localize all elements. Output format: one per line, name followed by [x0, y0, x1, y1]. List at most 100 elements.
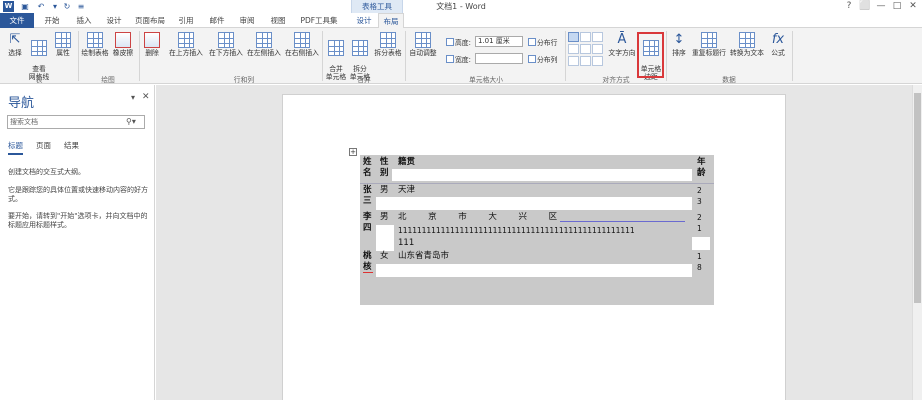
nav-close-icon[interactable]: ✕	[142, 92, 150, 102]
align-bottom-left-button[interactable]	[568, 56, 579, 66]
width-label-text: 宽度:	[455, 56, 471, 64]
header-gender[interactable]: 性 别	[380, 157, 389, 179]
table-cell-empty[interactable]	[376, 197, 692, 210]
draw-table-button[interactable]: 绘制表格	[80, 32, 110, 57]
table-cell-empty[interactable]	[376, 225, 394, 251]
width-label: 宽度:	[446, 54, 471, 64]
tab-home[interactable]: 开始	[38, 13, 66, 28]
height-input[interactable]: 1.01 厘米	[475, 36, 523, 47]
repeat-header-button[interactable]: 重复标题行	[690, 32, 728, 57]
row2-native-line3[interactable]: 111	[398, 238, 414, 249]
sort-button[interactable]: ↕ 排序	[668, 32, 690, 57]
table-cell-empty[interactable]	[692, 237, 710, 250]
tab-page-layout[interactable]: 页面布局	[130, 13, 170, 28]
formula-button[interactable]: fx 公式	[766, 32, 790, 57]
row1-name[interactable]: 张 三	[363, 185, 372, 207]
nav-options-icon[interactable]: ▾	[131, 93, 135, 102]
text-direction-icon: Ā	[617, 32, 627, 47]
ribbon-separator	[322, 31, 323, 81]
properties-button[interactable]: 属性	[52, 32, 74, 57]
header-name[interactable]: 姓 名	[363, 157, 372, 179]
table-move-handle-icon[interactable]: +	[349, 148, 357, 156]
insert-left-label: 在左侧插入	[247, 49, 281, 57]
tab-file[interactable]: 文件	[0, 13, 34, 28]
nav-tab-headings[interactable]: 标题	[8, 140, 23, 155]
nav-tab-pages[interactable]: 页面	[36, 140, 51, 151]
minimize-button[interactable]: —	[874, 1, 888, 11]
table-cell-empty[interactable]	[392, 169, 692, 181]
row3-age[interactable]: 1 8	[697, 251, 702, 273]
tab-view[interactable]: 视图	[264, 13, 292, 28]
convert-text-button[interactable]: 转换为文本	[728, 32, 766, 57]
row3-gender[interactable]: 女	[380, 251, 389, 262]
tab-pdf-tools[interactable]: PDF工具集	[296, 13, 342, 28]
insert-right-button[interactable]: 在右侧插入	[282, 32, 322, 57]
tab-insert[interactable]: 插入	[70, 13, 98, 28]
align-top-left-button[interactable]	[568, 32, 579, 42]
align-top-center-button[interactable]	[580, 32, 591, 42]
align-bottom-right-button[interactable]	[592, 56, 603, 66]
nav-search-input[interactable]: 搜索文档	[7, 115, 145, 129]
convert-text-label: 转换为文本	[730, 49, 764, 57]
row1-age[interactable]: 2 3	[697, 185, 702, 207]
tab-design[interactable]: 设计	[100, 13, 128, 28]
row3-name[interactable]: 桃 核	[363, 251, 372, 273]
maximize-button[interactable]: □	[890, 1, 904, 11]
align-top-right-button[interactable]	[592, 32, 603, 42]
ribbon-separator	[792, 31, 793, 81]
help-icon[interactable]: ?	[842, 1, 856, 11]
table-cell-empty[interactable]	[376, 264, 692, 277]
align-middle-right-button[interactable]	[592, 44, 603, 54]
align-bottom-center-button[interactable]	[580, 56, 591, 66]
tab-table-design[interactable]: 设计	[350, 13, 378, 28]
row2-gender[interactable]: 男	[380, 212, 389, 223]
width-icon	[446, 55, 454, 63]
group-label-cell-size: 单元格大小	[469, 76, 503, 84]
insert-above-button[interactable]: 在上方插入	[166, 32, 206, 57]
tab-table-layout[interactable]: 布局	[378, 13, 404, 29]
insert-below-icon	[218, 32, 234, 48]
cell-margins-highlight	[637, 32, 664, 78]
search-icon[interactable]: ⚲▾	[126, 117, 136, 126]
align-middle-left-button[interactable]	[568, 44, 579, 54]
width-input[interactable]	[475, 53, 523, 64]
vertical-scrollbar[interactable]	[912, 85, 922, 400]
nav-tab-results[interactable]: 结果	[64, 140, 79, 151]
nav-help-text-1: 创建文档的交互式大纲。	[8, 168, 85, 176]
split-cells-icon	[352, 40, 368, 56]
height-label-text: 高度:	[455, 39, 471, 47]
ribbon: ⇱ 选择 查看 网格线 属性 表 绘制表格 橡皮擦 绘图 删除 在上方插入 在下…	[0, 28, 922, 84]
distribute-cols-icon	[528, 55, 536, 63]
tab-references[interactable]: 引用	[172, 13, 200, 28]
row2-name[interactable]: 李 四	[363, 212, 372, 234]
distribute-rows-button[interactable]: 分布行	[528, 37, 557, 47]
row2-age[interactable]: 2 1	[697, 212, 702, 234]
row1-native-place[interactable]: 天津	[398, 185, 415, 196]
align-middle-center-button[interactable]	[580, 44, 591, 54]
delete-button[interactable]: 删除	[141, 32, 163, 57]
header-native-place[interactable]: 籍贯	[398, 157, 415, 168]
split-table-button[interactable]: 拆分表格	[372, 32, 404, 57]
text-direction-button[interactable]: Ā 文字方向	[606, 32, 638, 57]
document-table[interactable]: 姓 名 性 别 籍贯 年 龄 张 三 男 天津 2 3 李 四 男 北 京 市 …	[360, 155, 714, 305]
eraser-button[interactable]: 橡皮擦	[110, 32, 136, 57]
convert-text-icon	[739, 32, 755, 48]
insert-below-button[interactable]: 在下方插入	[206, 32, 246, 57]
insert-left-button[interactable]: 在左侧插入	[244, 32, 284, 57]
tab-mailings[interactable]: 邮件	[203, 13, 231, 28]
distribute-cols-button[interactable]: 分布列	[528, 54, 557, 64]
row1-gender[interactable]: 男	[380, 185, 389, 196]
autofit-button[interactable]: 自动调整	[407, 32, 439, 57]
row2-native-line2[interactable]: 1111111111111111111111111111111111111111…	[398, 225, 692, 236]
ribbon-display-icon[interactable]: ⬜	[858, 1, 872, 11]
tab-review[interactable]: 审阅	[233, 13, 261, 28]
split-table-icon	[380, 32, 396, 48]
select-button[interactable]: ⇱ 选择	[3, 32, 27, 57]
repeat-header-label: 重复标题行	[692, 49, 726, 57]
distribute-rows-label: 分布行	[537, 39, 558, 47]
row3-native-place[interactable]: 山东省青岛市	[398, 251, 449, 262]
scrollbar-thumb[interactable]	[914, 93, 921, 303]
header-age[interactable]: 年 龄	[697, 157, 706, 179]
insert-above-icon	[178, 32, 194, 48]
close-button[interactable]: ✕	[906, 1, 920, 11]
